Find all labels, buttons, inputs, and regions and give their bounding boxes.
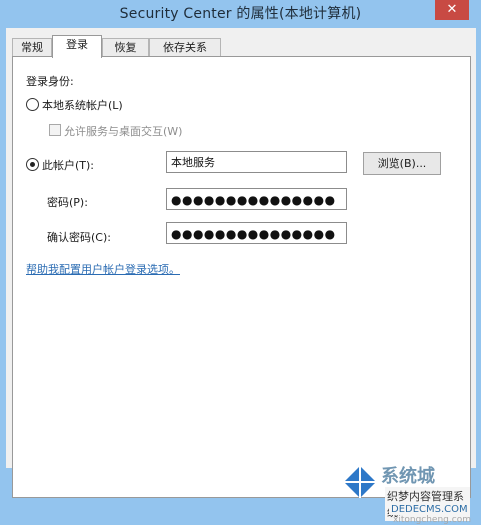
close-button[interactable]: ✕ (435, 0, 469, 20)
tab-dependencies[interactable]: 依存关系 (149, 38, 221, 57)
this-account-radio[interactable] (26, 158, 39, 171)
password-label: 密码(P): (47, 196, 88, 209)
local-system-label: 本地系统帐户(L) (42, 99, 123, 112)
title-bar: Security Center 的属性(本地计算机) ✕ (0, 0, 481, 28)
window-body: 常规 登录 恢复 依存关系 登录身份: 本地系统帐户(L) 允许服务与桌面交互(… (6, 28, 476, 525)
confirm-password-label: 确认密码(C): (47, 231, 111, 244)
browse-button[interactable]: 浏览(B)... (363, 152, 441, 175)
tab-recovery[interactable]: 恢复 (102, 38, 149, 57)
brand-logo-icon (344, 466, 376, 498)
watermark-domain: DEDECMS.COM (389, 504, 470, 515)
tab-general[interactable]: 常规 (12, 38, 52, 57)
desktop-interact-label: 允许服务与桌面交互(W) (64, 125, 183, 138)
this-account-label: 此帐户(T): (42, 159, 95, 172)
radio-selected-dot (30, 162, 35, 167)
password-input[interactable]: ●●●●●●●●●●●●●●● (166, 188, 347, 210)
desktop-interact-checkbox[interactable] (49, 124, 61, 136)
logon-as-label: 登录身份: (26, 75, 74, 88)
tab-logon[interactable]: 登录 (52, 35, 102, 58)
account-input[interactable]: 本地服务 (166, 151, 347, 173)
watermark-brand: 系统城 (381, 466, 435, 487)
confirm-password-input[interactable]: ●●●●●●●●●●●●●●● (166, 222, 347, 244)
local-system-radio[interactable] (26, 98, 39, 111)
logon-help-link[interactable]: 帮助我配置用户帐户登录选项。 (26, 261, 180, 277)
watermark-faint: xitongcheng.com (393, 515, 471, 525)
logon-panel: 登录身份: 本地系统帐户(L) 允许服务与桌面交互(W) 此帐户(T): 本地服… (12, 56, 471, 525)
window-title: Security Center 的属性(本地计算机) (119, 6, 362, 22)
